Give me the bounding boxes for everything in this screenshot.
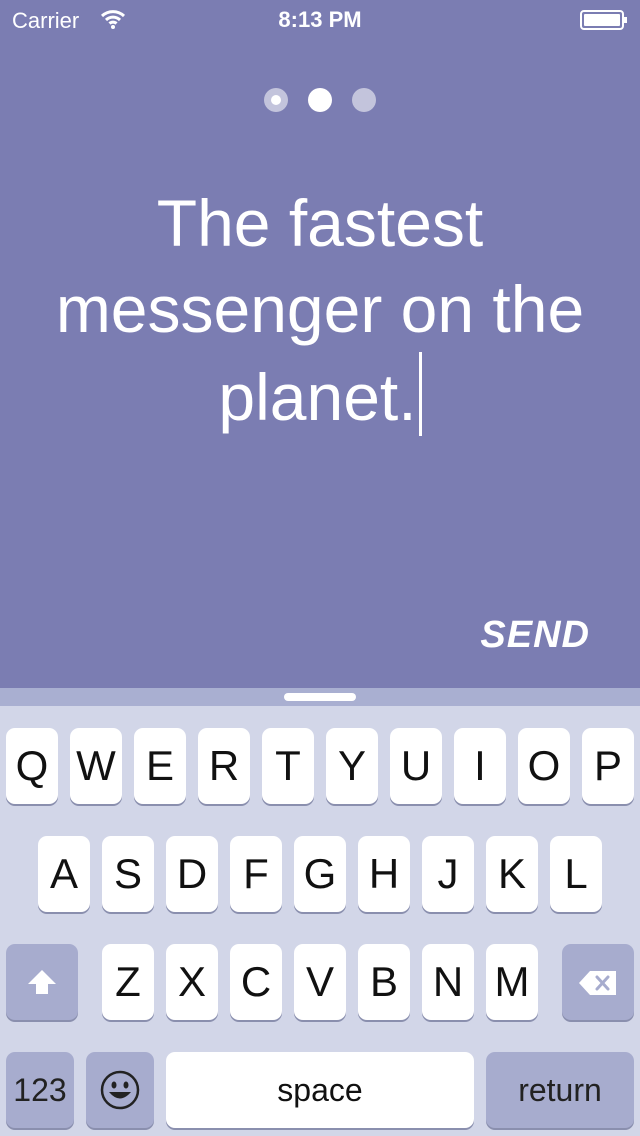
battery-icon bbox=[580, 10, 627, 30]
drag-handle[interactable] bbox=[284, 693, 356, 701]
clock: 8:13 PM bbox=[278, 7, 362, 32]
key-y[interactable]: Y bbox=[326, 728, 378, 804]
key-g[interactable]: G bbox=[294, 836, 346, 912]
key-h[interactable]: H bbox=[358, 836, 410, 912]
key-q[interactable]: Q bbox=[6, 728, 58, 804]
keyboard-keys: Q W E R T Y U I O P A S D F G H J K L Z … bbox=[0, 706, 640, 1136]
onboarding-screen: Carrier 8:13 PM The fastest messenger on… bbox=[0, 0, 640, 1136]
key-t[interactable]: T bbox=[262, 728, 314, 804]
headline-text: The fastest messenger on the planet. bbox=[55, 186, 585, 434]
key-f[interactable]: F bbox=[230, 836, 282, 912]
key-c[interactable]: C bbox=[230, 944, 282, 1020]
key-v[interactable]: V bbox=[294, 944, 346, 1020]
send-button[interactable]: SEND bbox=[480, 614, 590, 657]
keyboard: Q W E R T Y U I O P A S D F G H J K L Z … bbox=[0, 688, 640, 1136]
key-e[interactable]: E bbox=[134, 728, 186, 804]
delete-key[interactable] bbox=[562, 944, 634, 1020]
key-o[interactable]: O bbox=[518, 728, 570, 804]
shift-key[interactable] bbox=[6, 944, 78, 1020]
key-n[interactable]: N bbox=[422, 944, 474, 1020]
emoji-key[interactable] bbox=[86, 1052, 154, 1128]
return-key[interactable]: return bbox=[486, 1052, 634, 1128]
key-s[interactable]: S bbox=[102, 836, 154, 912]
key-m[interactable]: M bbox=[486, 944, 538, 1020]
shift-up-arrow-icon bbox=[28, 970, 56, 994]
key-r[interactable]: R bbox=[198, 728, 250, 804]
key-j[interactable]: J bbox=[422, 836, 474, 912]
keyboard-handle-bar bbox=[0, 688, 640, 706]
emoji-face-icon bbox=[100, 1070, 140, 1110]
key-i[interactable]: I bbox=[454, 728, 506, 804]
page-dot-2-active[interactable] bbox=[308, 88, 332, 112]
text-caret bbox=[418, 352, 422, 436]
numbers-key[interactable]: 123 bbox=[6, 1052, 74, 1128]
space-key[interactable]: space bbox=[166, 1052, 474, 1128]
key-a[interactable]: A bbox=[38, 836, 90, 912]
key-p[interactable]: P bbox=[582, 728, 634, 804]
page-dot-1[interactable] bbox=[264, 88, 288, 112]
page-indicator[interactable] bbox=[0, 88, 640, 114]
key-x[interactable]: X bbox=[166, 944, 218, 1020]
status-bar: Carrier 8:13 PM bbox=[0, 0, 640, 40]
key-d[interactable]: D bbox=[166, 836, 218, 912]
key-k[interactable]: K bbox=[486, 836, 538, 912]
page-dot-3[interactable] bbox=[352, 88, 376, 112]
key-b[interactable]: B bbox=[358, 944, 410, 1020]
headline-input[interactable]: The fastest messenger on the planet. bbox=[20, 180, 620, 440]
key-l[interactable]: L bbox=[550, 836, 602, 912]
key-u[interactable]: U bbox=[390, 728, 442, 804]
key-z[interactable]: Z bbox=[102, 944, 154, 1020]
key-w[interactable]: W bbox=[70, 728, 122, 804]
backspace-icon bbox=[579, 971, 616, 995]
